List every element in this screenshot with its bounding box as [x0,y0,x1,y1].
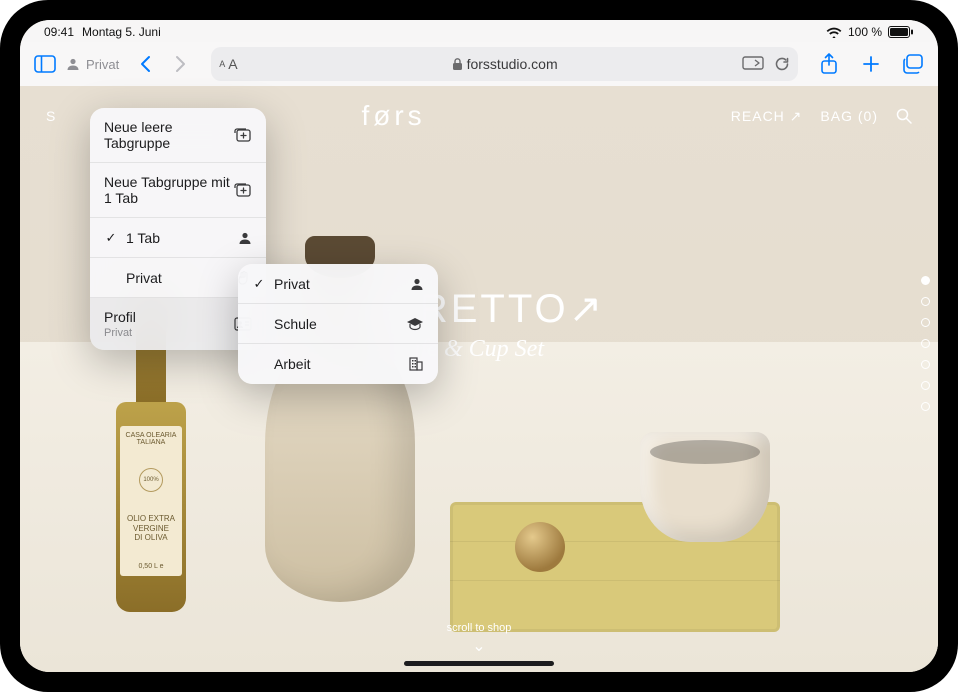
menu-label: Neue Tabgruppe mit [104,174,230,190]
wifi-icon [826,26,842,38]
private-label: Privat [86,57,119,72]
forward-button[interactable] [165,49,195,79]
profile-label: Schule [274,316,317,332]
ipad-frame: 09:41 Montag 5. Juni 100 % Privat [0,0,958,692]
share-button[interactable] [814,49,844,79]
photo-fruit [515,522,565,572]
site-logo[interactable]: førs [361,100,425,132]
dot-6[interactable] [921,381,930,390]
dot-3[interactable] [921,318,930,327]
photo-cup [640,432,770,542]
dot-2[interactable] [921,297,930,306]
site-search-icon[interactable] [896,108,912,124]
oil-desc: OLIO EXTRA VERGINE DI OLIVA [123,514,179,543]
menu-label: 1 Tab [126,230,160,246]
dot-4[interactable] [921,339,930,348]
browser-toolbar: Privat AA forsstudio.com [20,42,938,86]
hero-sub-text: & Cup Set [444,336,544,362]
battery-pct: 100 % [848,25,882,39]
menu-sublabel: Privat [104,327,136,339]
menu-new-empty-group[interactable]: Neue leere Tabgruppe [90,108,266,163]
new-tab-button[interactable] [856,49,886,79]
tabgroup-add-icon [234,182,252,198]
sidebar-button[interactable] [30,49,60,79]
oil-seal: 100% [139,468,163,492]
tabs-button[interactable] [898,49,928,79]
oil-label: CASA OLEARIA TALIANA 100% OLIO EXTRA VER… [120,426,182,576]
dot-5[interactable] [921,360,930,369]
menu-new-group-with-tab[interactable]: Neue Tabgruppe mit 1 Tab [90,163,266,218]
scroll-text: scroll to shop [447,622,512,634]
dot-1[interactable] [921,276,930,285]
person-icon [410,277,424,291]
private-indicator[interactable]: Privat [66,49,119,79]
carousel-dots[interactable] [921,276,930,411]
gradcap-icon [406,317,424,331]
home-indicator[interactable] [404,661,554,666]
menu-label: Neue leere Tabgruppe [104,119,234,151]
back-button[interactable] [131,49,161,79]
check-icon: ✓ [104,230,118,246]
profile-submenu: ✓ Privat Schule Arbeit [238,264,438,384]
reload-button[interactable] [774,56,790,72]
address-bar[interactable]: AA forsstudio.com [211,47,798,81]
menu-label-line2: 1 Tab [104,190,138,206]
site-reach-link[interactable]: REACH ↗ [731,108,803,125]
reader-aa-button[interactable]: AA [219,56,237,72]
building-icon [408,357,424,371]
screen: 09:41 Montag 5. Juni 100 % Privat [20,20,938,672]
menu-label: Profil [104,309,136,325]
status-time: 09:41 [44,25,74,39]
menu-label: Privat [126,270,162,286]
lock-icon [452,58,463,71]
tabgroup-add-icon [234,127,252,143]
site-bag-link[interactable]: BAG (0) [820,108,878,124]
status-bar: 09:41 Montag 5. Juni 100 % [20,20,938,42]
scroll-cue[interactable]: scroll to shop ⌄ [447,622,512,656]
profile-item-arbeit[interactable]: Arbeit [238,344,438,384]
extensions-icon[interactable] [742,56,764,72]
profile-label: Privat [274,276,310,292]
profile-item-privat[interactable]: ✓ Privat [238,264,438,304]
menu-one-tab[interactable]: ✓ 1 Tab [90,218,266,258]
person-icon [238,231,252,245]
oil-brand: CASA OLEARIA TALIANA [123,432,179,446]
site-nav-left[interactable]: S [46,108,56,124]
dot-7[interactable] [921,402,930,411]
chevron-down-icon: ⌄ [447,636,512,656]
battery-icon [888,26,914,38]
status-date: Montag 5. Juni [82,25,161,39]
hero-arrow-icon: ↗ [569,287,606,331]
profile-item-schule[interactable]: Schule [238,304,438,344]
check-icon: ✓ [252,276,266,292]
oil-size: 0,50 L e [123,563,179,570]
address-domain: forsstudio.com [467,56,558,72]
profile-label: Arbeit [274,356,311,372]
